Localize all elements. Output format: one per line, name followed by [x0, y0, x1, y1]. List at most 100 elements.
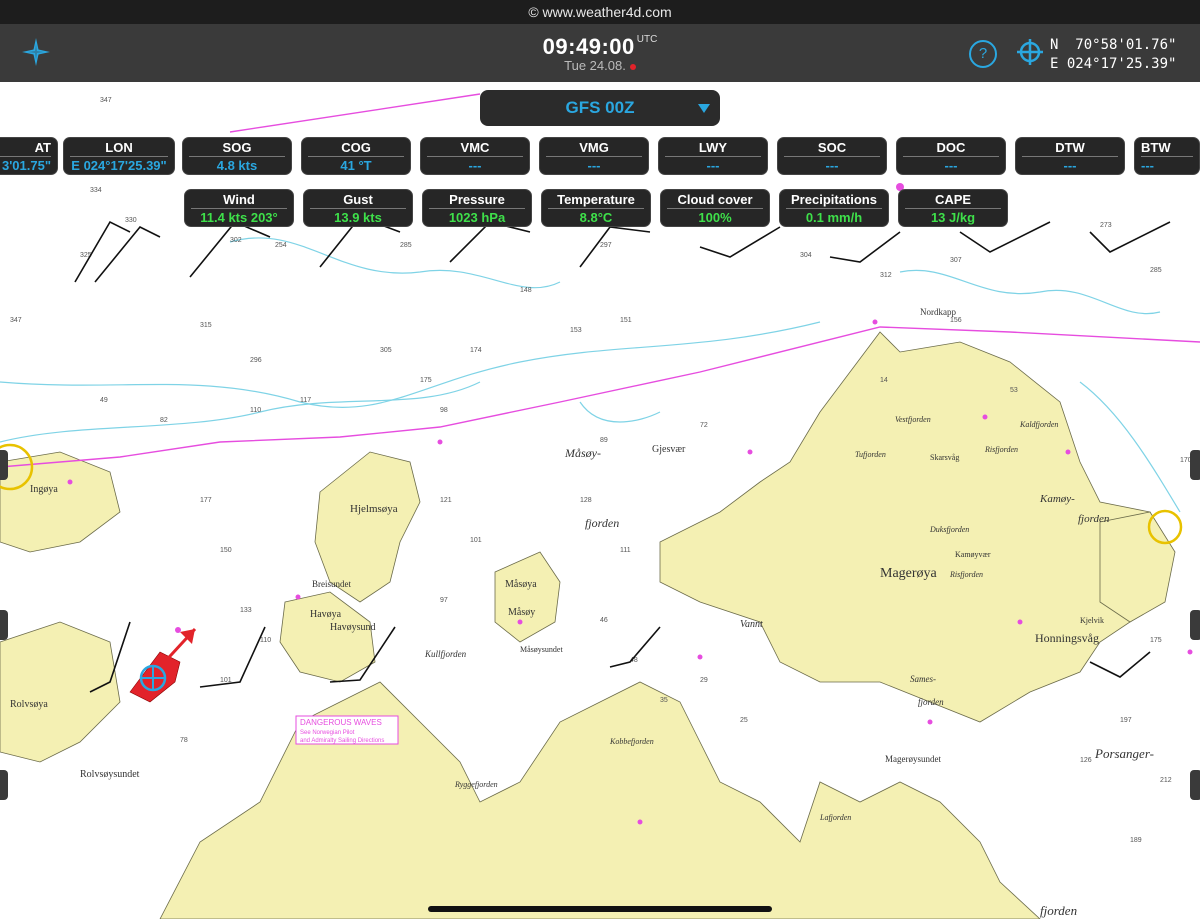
label-vannt: Vannt: [740, 619, 763, 630]
svg-text:121: 121: [440, 497, 452, 504]
svg-text:117: 117: [300, 397, 311, 404]
label-porsangerfjorden-b: fjorden: [1040, 903, 1077, 918]
svg-text:78: 78: [180, 737, 188, 744]
svg-text:133: 133: [240, 607, 252, 614]
label-gjesvaer: Gjesvær: [652, 444, 686, 455]
svg-text:148: 148: [520, 287, 532, 294]
label-samesfjorden-b: fjorden: [918, 697, 944, 707]
instrument-vmc[interactable]: VMC ---: [420, 137, 530, 175]
label-mageroya: Magerøya: [880, 566, 938, 581]
compass-star-icon[interactable]: [20, 36, 52, 68]
weather-cape[interactable]: CAPE 13 J/kg: [898, 189, 1008, 227]
label-masoya: Måsøya: [505, 579, 537, 590]
svg-text:305: 305: [380, 347, 392, 354]
instrument-soc[interactable]: SOC ---: [777, 137, 887, 175]
help-button[interactable]: ?: [969, 40, 997, 68]
label-ryggefjorden: Ryggefjorden: [454, 780, 498, 789]
svg-text:296: 296: [250, 357, 262, 364]
weather-precipitations[interactable]: Precipitations 0.1 mm/h: [779, 189, 889, 227]
label-nordkapp: Nordkapp: [920, 307, 956, 317]
instrument-lwy[interactable]: LWY ---: [658, 137, 768, 175]
crosshair-icon[interactable]: [1016, 38, 1044, 66]
label-masoy: Måsøy: [508, 607, 535, 618]
svg-text:212: 212: [1160, 777, 1172, 784]
warning-title: DANGEROUS WAVES: [300, 718, 382, 727]
label-kamoyfjorden-b: fjorden: [1078, 513, 1110, 525]
svg-text:189: 189: [1130, 837, 1142, 844]
weather-temperature[interactable]: Temperature 8.8°C: [541, 189, 651, 227]
svg-text:254: 254: [275, 242, 287, 249]
url-text: © www.weather4d.com: [528, 4, 672, 20]
label-kamoyfjorden-a: Kamøy-: [1039, 493, 1075, 505]
weather-wind[interactable]: Wind 11.4 kts 203°: [184, 189, 294, 227]
svg-text:29: 29: [700, 677, 708, 684]
home-indicator[interactable]: [428, 906, 772, 912]
help-icon: ?: [978, 45, 988, 62]
weather-pressure[interactable]: Pressure 1023 hPa: [422, 189, 532, 227]
label-mageroysundet: Magerøysundet: [885, 754, 941, 764]
instrument-doc[interactable]: DOC ---: [896, 137, 1006, 175]
svg-text:285: 285: [1150, 267, 1162, 274]
svg-text:46: 46: [600, 617, 608, 624]
warning-box: DANGEROUS WAVES See Norwegian Pilot and …: [295, 715, 399, 745]
instrument-dtw[interactable]: DTW ---: [1015, 137, 1125, 175]
svg-text:347: 347: [10, 317, 22, 324]
right-panel-handle-2[interactable]: [1190, 610, 1200, 640]
instrument-sog[interactable]: SOG 4.8 kts: [182, 137, 292, 175]
label-duksfjorden: Duksfjorden: [929, 525, 969, 534]
weather-model-selector[interactable]: GFS 00Z: [480, 90, 720, 126]
instrument-vmg[interactable]: VMG ---: [539, 137, 649, 175]
chevron-down-icon: [698, 104, 710, 113]
weather-gust[interactable]: Gust 13.9 kts: [303, 189, 413, 227]
label-kullfjorden: Kullfjorden: [424, 649, 467, 659]
svg-text:126: 126: [1080, 757, 1092, 764]
longitude-readout: E 024°17'25.39": [1050, 56, 1177, 72]
svg-text:273: 273: [1100, 222, 1112, 229]
svg-text:150: 150: [220, 547, 232, 554]
utc-label: UTC: [636, 34, 658, 45]
label-rolvsoya: Rolvsøya: [10, 699, 48, 710]
left-panel-handle-2[interactable]: [0, 610, 8, 640]
warning-line-2: and Admiralty Sailing Directions: [300, 738, 384, 744]
label-tufjorden: Tufjorden: [855, 450, 886, 459]
label-breisundet: Breisundet: [312, 579, 351, 589]
label-lafjorden: Lafjorden: [819, 813, 851, 822]
svg-text:110: 110: [250, 407, 261, 414]
svg-text:175: 175: [1150, 637, 1162, 644]
instrument-lon[interactable]: LON E 024°17'25.39": [63, 137, 175, 175]
label-porsangerfjorden-a: Porsanger-: [1094, 746, 1154, 761]
right-panel-handle-3[interactable]: [1190, 770, 1200, 800]
svg-text:312: 312: [880, 272, 892, 279]
svg-text:334: 334: [90, 187, 102, 194]
label-havoysund: Havøysund: [330, 622, 376, 633]
svg-text:53: 53: [1010, 387, 1018, 394]
instrument-btw[interactable]: BTW ---: [1134, 137, 1200, 175]
left-panel-handle-1[interactable]: [0, 450, 8, 480]
svg-text:315: 315: [200, 322, 212, 329]
label-rolvsoysundet: Rolvsøysundet: [80, 769, 140, 780]
svg-text:347: 347: [100, 97, 112, 104]
right-panel-handle-1[interactable]: [1190, 450, 1200, 480]
svg-text:128: 128: [580, 497, 592, 504]
svg-text:25: 25: [740, 717, 748, 724]
svg-text:156: 156: [950, 317, 962, 324]
svg-text:82: 82: [160, 417, 168, 424]
label-risfjorden: Risfjorden: [984, 445, 1018, 454]
model-label: GFS 00Z: [565, 98, 635, 117]
clock: 09:49:00 UTC Tue 24.08.: [520, 34, 680, 73]
svg-text:153: 153: [570, 327, 582, 334]
svg-text:151: 151: [620, 317, 632, 324]
label-masoyfjorden-b: fjorden: [585, 516, 619, 530]
left-panel-handle-3[interactable]: [0, 770, 8, 800]
position-readout: N 70°58'01.76" E 024°17'25.39": [1050, 36, 1176, 74]
svg-text:98: 98: [440, 407, 448, 414]
label-kaldfjorden: Kaldfjorden: [1019, 420, 1058, 429]
instrument-lat[interactable]: AT 3'01.75": [0, 137, 58, 175]
svg-text:72: 72: [700, 422, 708, 429]
label-masoysundet: Måsøysundet: [520, 645, 563, 654]
label-skarsvag: Skarsvåg: [930, 453, 959, 462]
weather-cloud-cover[interactable]: Cloud cover 100%: [660, 189, 770, 227]
clock-date: Tue 24.08.: [564, 58, 626, 73]
instrument-cog[interactable]: COG 41 °T: [301, 137, 411, 175]
label-masoyfjorden-a: Måsøy-: [564, 446, 601, 460]
